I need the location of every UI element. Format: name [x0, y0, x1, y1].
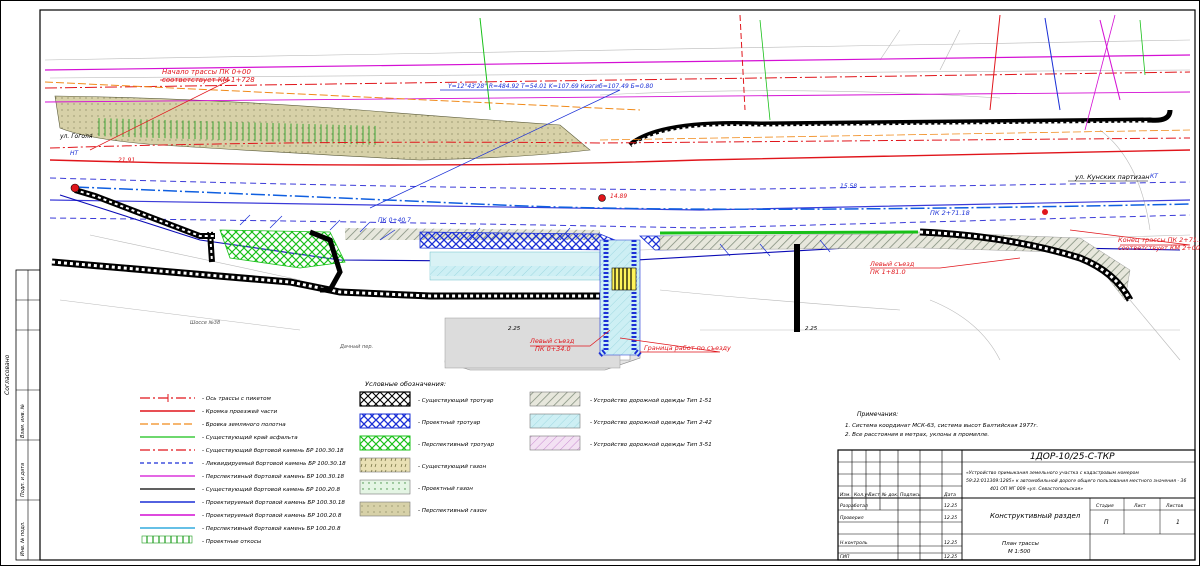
stamp-project-2: 59:22:011309:1285» к автомобильной дорог… [966, 478, 1186, 484]
exit-label-2b: ПК 0+34.0 [535, 345, 571, 353]
dim-2: 15.58 [840, 183, 857, 190]
boundary-label: Граница работ по съезду [644, 344, 731, 352]
mark-nt: НТ [70, 150, 80, 157]
curve-note: Y=12°43'28" R=484.92 T=54.01 K=107.69 Ки… [448, 83, 653, 90]
stamp-date-1: 12.25 [944, 515, 957, 521]
stamp-hdr-list: Лист [867, 492, 880, 498]
legend-pav-0: - Устройство дорожной одежды Тип 1-51 [590, 398, 712, 404]
route-start-label-2: соответствует КМ 1+728 [162, 76, 255, 84]
legend-sym-proj-walk [359, 413, 411, 429]
legend-sym-proj-grass [359, 479, 411, 495]
mark-kt: КТ [1150, 173, 1159, 180]
elevation-label: 14.89 [610, 193, 627, 200]
exit-label-2a: Левый съезд [529, 337, 575, 345]
notes-item-1: 1. Система координат МСК-63, система выс… [845, 423, 1038, 429]
route-end-label-2: соответствует КМ 2+005 [1118, 244, 1200, 252]
stamp-date-3: 12.25 [944, 554, 957, 560]
stamp-project-1: «Устройство примыкания земельного участк… [966, 470, 1139, 476]
route-start-label-1: Начало трассы ПК 0+00 [162, 68, 251, 76]
stamp-sheet-title-2: М 1:500 [1008, 549, 1031, 555]
stamp-section: Конструктивный раздел [990, 512, 1081, 520]
side-stamp-agreed: Согласовано [4, 354, 11, 395]
road-name: ул. Кунских партизан [1074, 173, 1150, 181]
dim-3: 2.25 [508, 326, 521, 332]
legend-fill-2: - Перспективный тротуар [418, 442, 494, 448]
stamp-stage-v2: 1 [1176, 519, 1180, 526]
stamp-code: 1ДОР-10/25-С-ТКР [1030, 452, 1115, 462]
label-pereulok: Дачный пер. [339, 344, 373, 350]
legend-sym-type2 [529, 413, 581, 429]
label-shosse: Шоссе №38 [190, 320, 220, 326]
route-end-label-1: Конец трассы ПК 2+71.18 [1118, 236, 1200, 244]
stamp-hdr-izm: Изм. [840, 492, 851, 498]
legend-fill-5: - Перспективный газон [418, 508, 487, 514]
notes-title: Примечания: [857, 411, 898, 418]
legend-sym-persp-grass [359, 501, 411, 517]
legend-line-3: - Существующий край асфальта [202, 435, 298, 441]
legend-pav-2: - Устройство дорожной одежды Тип 3-51 [590, 442, 712, 448]
legend-line-10: - Перспективный бортовой камень БР 100.2… [202, 526, 341, 532]
legend-pavement-symbols [529, 391, 581, 451]
stamp-hdr-doc: № док. [881, 492, 898, 498]
legend-fill-0: - Существующий тротуар [418, 398, 494, 404]
elevation-marker [598, 194, 606, 202]
legend-line-6: - Перспективный бортовой камень БР 100.3… [202, 474, 345, 480]
stamp-stage-h0: Стадия [1096, 503, 1114, 509]
legend-sym-exist-grass [359, 457, 411, 473]
legend-pav-1: - Устройство дорожной одежды Тип 2-42 [590, 420, 712, 426]
stamp-hdr-date: Дата [943, 492, 956, 498]
side-stamp-inv: Инв. № подл. [20, 522, 26, 557]
dim-4: 2.25 [805, 326, 818, 332]
legend-sym-exist-walk [359, 391, 411, 407]
legend-line-9: - Проектируемый бортовой камень БР 100.2… [202, 513, 342, 519]
pk-mid-label: ПК 0+40.7 [378, 217, 411, 224]
exit-label-1b: ПК 1+81.0 [870, 268, 906, 276]
legend-line-4: - Существующий бортовой камень БР 100.30… [202, 448, 344, 454]
legend-line-7: - Существующий бортовой камень БР 100.20… [202, 487, 340, 493]
stamp-project-3: 401 ОП МГ 009 «ул. Севастопольская» [990, 486, 1083, 492]
stamp-hdr-sign: Подпись [900, 492, 921, 498]
dim-1: 21.91 [118, 157, 135, 164]
pk-end-label: ПК 2+71.18 [930, 209, 970, 217]
legend-fill-4: - Проектный газон [418, 486, 473, 492]
stamp-date-0: 12.25 [944, 503, 957, 509]
legend-sym-type3 [529, 435, 581, 451]
legend-sym-slopes [141, 535, 193, 544]
legend-title: Условные обозначения: [365, 380, 446, 388]
side-stamp-sign: Подп. и дата [20, 463, 26, 497]
route-start-marker [70, 183, 80, 193]
legend-line-1: - Кромка проезжей части [202, 409, 278, 415]
stamp-role-1: Проверил [840, 515, 864, 521]
drawing-sheet: Согласовано Взам. инв. № Подп. и дата Ин… [0, 0, 1200, 566]
legend-sym-type1 [529, 391, 581, 407]
stamp-stage-v0: П [1104, 519, 1109, 526]
stamp-sheet-title-1: План трассы [1002, 541, 1039, 547]
legend-fill-1: - Проектный тротуар [418, 420, 481, 426]
proj-walk-main [419, 231, 616, 251]
stamp-role-3: ГИП [840, 554, 850, 560]
street-label: ул. Гоголя [59, 133, 93, 140]
legend-fill-3: - Существующий газон [418, 464, 486, 470]
stamp-stage-h2: Листов [1165, 503, 1183, 509]
stamp-stage-h1: Лист [1133, 503, 1146, 509]
stamp-date-2: 12.25 [944, 540, 957, 546]
side-stamp-replace: Взам. инв. № [20, 404, 26, 438]
legend-line-2: - Бровка земляного полотна [202, 422, 286, 428]
legend-line-5: - Ликвидируемый бортовой камень БР 100.3… [202, 461, 346, 467]
exit-label-1a: Левый съезд [869, 260, 915, 268]
legend-line-11: - Проектные откосы [202, 539, 262, 545]
stamp-role-0: Разработал [840, 503, 868, 509]
legend-line-0: - Ось трассы с пикетом [202, 396, 272, 402]
notes-item-2: 2. Все расстояния в метрах, уклоны в про… [845, 432, 989, 438]
legend-line-8: - Проектируемый бортовой камень БР 100.3… [202, 500, 345, 506]
stamp-role-2: Н.контроль [840, 540, 868, 546]
legend-sym-persp-walk [359, 435, 411, 451]
